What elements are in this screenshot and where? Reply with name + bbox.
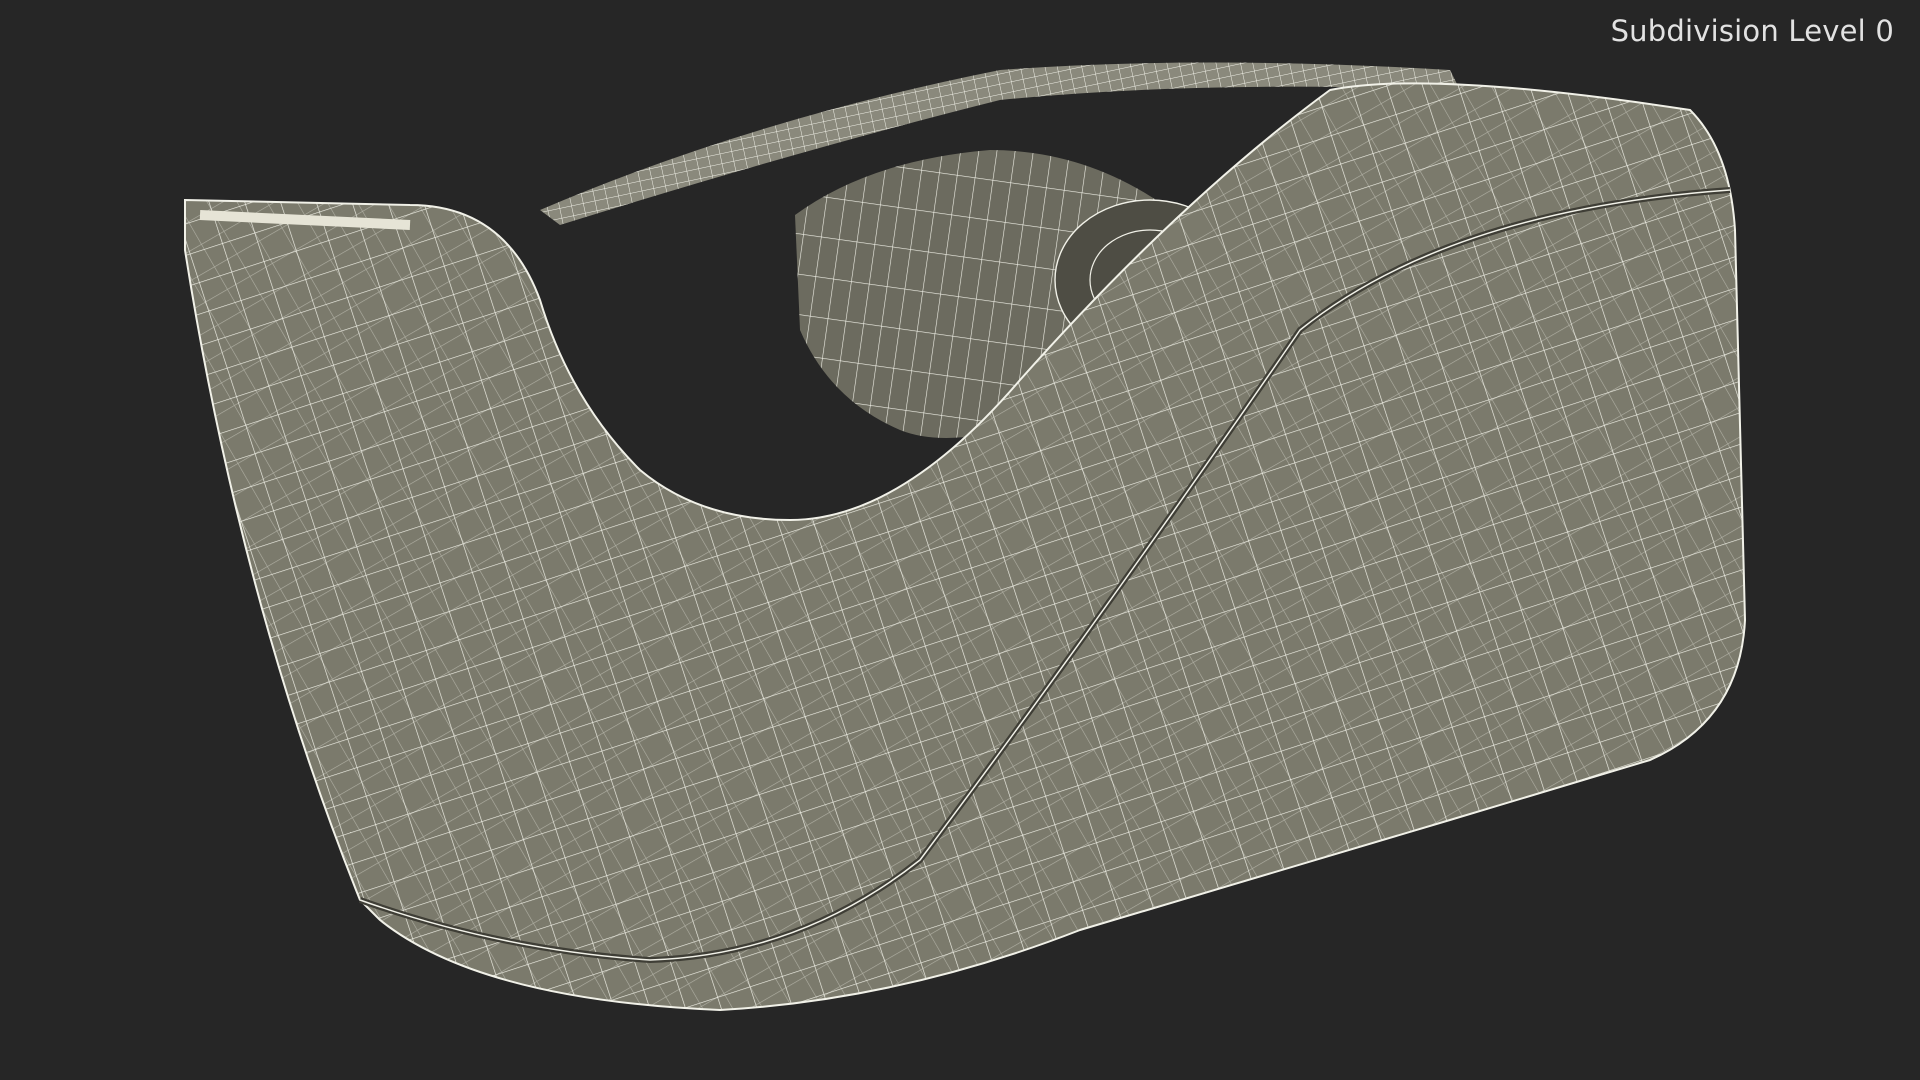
- tape-dispenser-model: [184, 62, 1747, 1012]
- viewport-3d[interactable]: Subdivision Level 0: [0, 0, 1920, 1080]
- subdivision-level-label: Subdivision Level 0: [1610, 14, 1894, 48]
